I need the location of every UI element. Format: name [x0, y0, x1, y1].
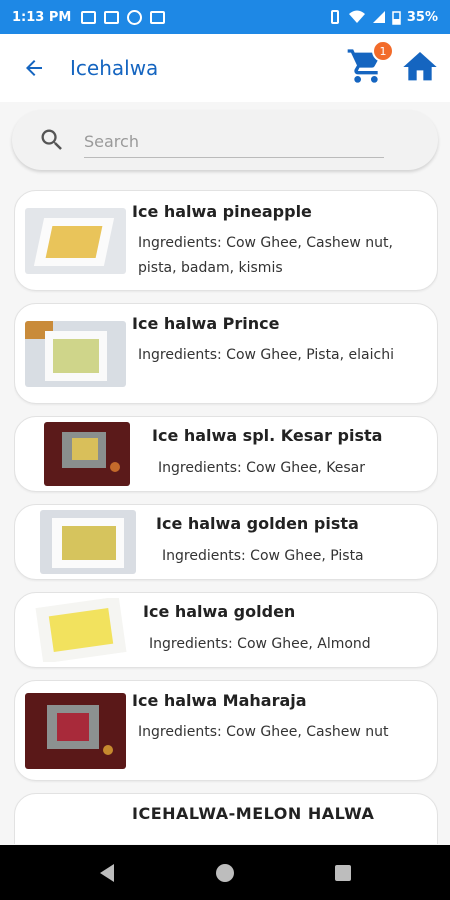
product-ingredients: Ingredients: Cow Ghee, Almond [149, 636, 371, 652]
status-bar: 1:13 PM 35% [0, 0, 450, 34]
product-image [25, 321, 126, 387]
product-ingredients: Ingredients: Cow Ghee, Pista, elaichi [138, 347, 394, 363]
laptop-icon [150, 10, 166, 24]
gallery-icon [81, 10, 97, 24]
search-icon [41, 129, 62, 150]
signal-icon [372, 11, 385, 23]
product-card[interactable]: Ice halwa golden pista Ingredients: Cow … [14, 504, 438, 580]
product-image [40, 510, 136, 574]
product-name: Ice halwa Prince [132, 314, 280, 333]
product-name: Ice halwa Maharaja [132, 691, 307, 710]
product-ingredients: Ingredients: Cow Ghee, Cashew nut, pista… [138, 235, 393, 276]
product-name: Ice halwa golden [143, 602, 296, 621]
vibrate-icon [330, 10, 339, 24]
battery-level: 35% [406, 9, 438, 25]
battery-icon [392, 10, 401, 25]
product-card[interactable]: Ice halwa Maharaja Ingredients: Cow Ghee… [14, 680, 438, 781]
arrow-back-icon [26, 60, 42, 76]
cart-count-badge: 1 [372, 40, 394, 62]
app-notification-icon [127, 9, 143, 25]
nav-back-button[interactable] [93, 859, 121, 887]
message-icon [104, 10, 120, 24]
app-bar: Icehalwa 1 [0, 34, 450, 102]
product-image [44, 422, 130, 486]
product-card[interactable]: Ice halwa golden Ingredients: Cow Ghee, … [14, 592, 438, 668]
nav-home-button[interactable] [211, 859, 239, 887]
product-card[interactable]: Ice halwa Prince Ingredients: Cow Ghee, … [14, 303, 438, 404]
product-list: Ice halwa pineapple Ingredients: Cow Ghe… [14, 190, 438, 844]
product-image [25, 208, 126, 274]
product-card[interactable]: Ice halwa spl. Kesar pista Ingredients: … [14, 416, 438, 492]
system-nav-bar [0, 845, 450, 900]
product-card[interactable]: Ice halwa pineapple Ingredients: Cow Ghe… [14, 190, 438, 291]
circle-home-icon [216, 863, 234, 882]
home-icon [403, 52, 437, 81]
page-title: Icehalwa [70, 56, 159, 80]
wifi-icon [348, 10, 365, 23]
product-ingredients: Ingredients: Cow Ghee, Pista [162, 548, 364, 564]
square-recents-icon [335, 864, 351, 881]
triangle-back-icon [100, 863, 114, 882]
home-button[interactable] [400, 47, 442, 89]
nav-recents-button[interactable] [329, 859, 357, 887]
back-button[interactable] [12, 46, 56, 90]
search-input[interactable] [84, 132, 384, 158]
product-image [25, 693, 126, 769]
status-time: 1:13 PM [12, 9, 72, 25]
product-name: Ice halwa golden pista [156, 514, 359, 533]
search-bar[interactable] [12, 110, 438, 170]
product-name: Ice halwa pineapple [132, 202, 312, 221]
notification-icons [81, 9, 166, 25]
product-ingredients: Ingredients: Cow Ghee, Kesar [158, 460, 365, 476]
product-card[interactable]: ICEHALWA-MELON HALWA [14, 793, 438, 844]
product-name: ICEHALWA-MELON HALWA [132, 804, 375, 823]
product-ingredients: Ingredients: Cow Ghee, Cashew nut [138, 724, 389, 740]
product-name: Ice halwa spl. Kesar pista [152, 426, 383, 445]
product-image [33, 598, 129, 662]
cart-button[interactable]: 1 [346, 40, 394, 90]
